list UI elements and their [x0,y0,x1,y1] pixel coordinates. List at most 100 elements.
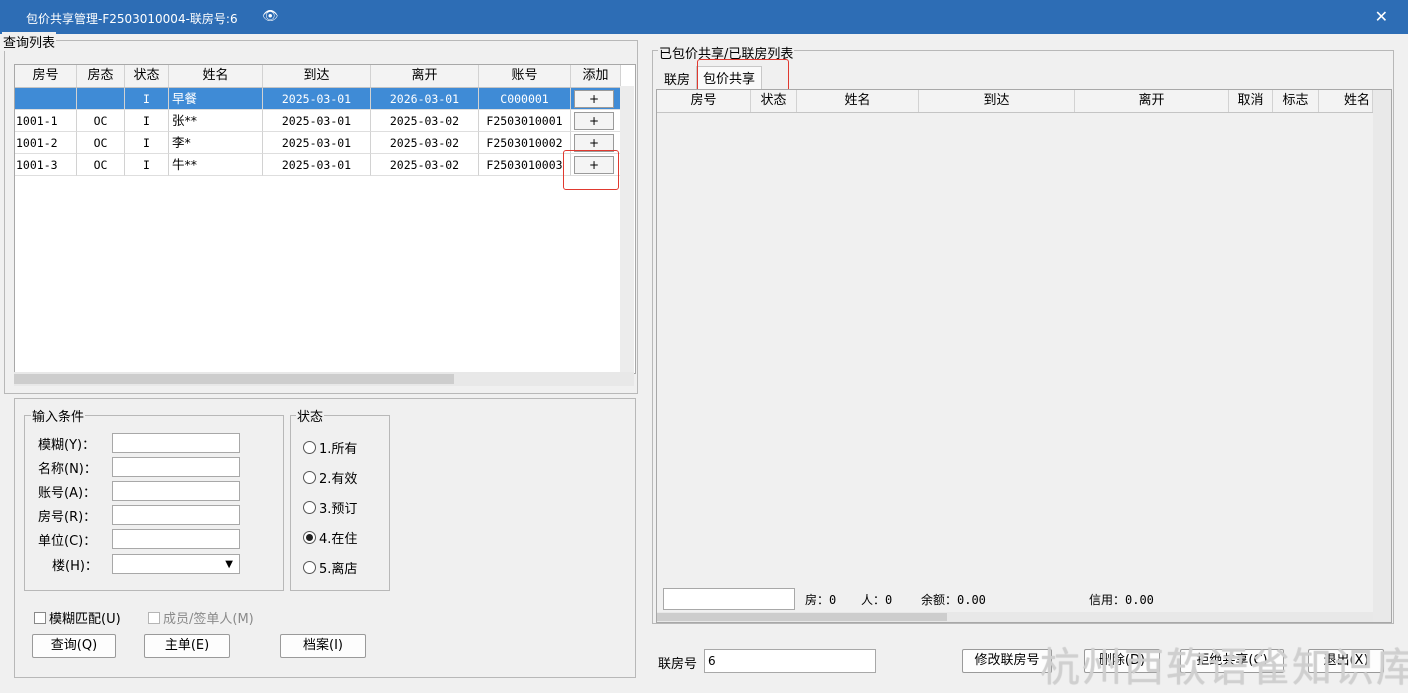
col-add[interactable]: 添加 [571,65,621,87]
link-no-input[interactable]: 6 [704,649,876,673]
col-name[interactable]: 姓名 [169,65,263,87]
rooms-count: 房：0 [805,593,837,607]
cell-room-status [77,88,125,110]
table-row[interactable]: 1001-3 OC I 牛** 2025-03-01 2025-03-02 F2503010… [15,154,621,176]
col-depart[interactable]: 离开 [371,65,479,87]
tab-package-share[interactable]: 包价共享 [696,66,763,90]
col-cancel[interactable]: 取消 [1229,90,1273,112]
query-grid-vscrollbar[interactable] [620,86,634,372]
query-grid[interactable]: 房号 房态 状态 姓名 到达 离开 账号 添加 I 早餐 2025-03-01 202… [14,64,636,374]
reject-share-button[interactable]: 拒绝共享(C) [1180,649,1284,673]
radio-icon [303,561,316,574]
modify-link-button[interactable]: 修改联房号 [962,649,1052,673]
building-label: 楼(H)： [52,559,98,574]
hscroll-thumb[interactable] [14,374,454,384]
checkbox-icon [148,612,160,624]
title-bar: 包价共享管理-F2503010004-联房号:6 👁 ✕ [0,0,1408,34]
table-row[interactable]: I 早餐 2025-03-01 2026-03-01 C000001 + [15,88,621,110]
conditions-title: 输入条件 [31,406,86,425]
col-name-2[interactable]: 姓名 [1319,90,1373,112]
cell-room-status: OC [77,154,125,176]
query-button[interactable]: 查询(Q) [32,634,116,658]
query-list-title: 查询列表 [2,32,57,51]
col-name[interactable]: 姓名 [797,90,919,112]
checkbox-icon [34,612,46,624]
status-title: 状态 [296,406,325,425]
tab-strip: 联房 包价共享 [656,64,1390,90]
cell-arrive: 2025-03-01 [263,88,371,110]
unit-input[interactable] [112,529,240,549]
building-select[interactable]: ▼ [112,554,240,574]
eye-icon[interactable]: 👁 [262,9,279,24]
shared-grid-vscrollbar[interactable] [1373,90,1391,622]
cell-status: I [125,132,169,154]
col-room[interactable]: 房号 [657,90,751,112]
cell-arrive: 2025-03-01 [263,154,371,176]
cell-room-status: OC [77,110,125,132]
shared-grid-hscrollbar[interactable] [657,612,1373,622]
close-icon[interactable]: ✕ [1375,7,1388,26]
cell-room: 1001-1 [15,110,77,132]
window-title: 包价共享管理-F2503010004-联房号:6 [26,12,238,26]
member-signer-checkbox[interactable]: 成员/签单人(M) [148,608,254,627]
status-radio-all[interactable]: 1.所有 [303,438,357,457]
summary-input[interactable] [663,588,795,610]
add-button[interactable]: + [574,156,614,174]
cell-status: I [125,154,169,176]
profile-button[interactable]: 档案(I) [280,634,366,658]
fuzzy-input[interactable] [112,433,240,453]
cell-arrive: 2025-03-01 [263,132,371,154]
link-no-label: 联房号 [658,657,698,672]
col-depart[interactable]: 离开 [1075,90,1229,112]
status-radio-reserved[interactable]: 3.预订 [303,498,357,517]
cell-account: C000001 [479,88,571,110]
status-radio-inhouse[interactable]: 4.在住 [303,528,357,547]
col-room[interactable]: 房号 [15,65,77,87]
cell-room: 1001-2 [15,132,77,154]
shared-grid[interactable]: 房号 状态 姓名 到达 离开 取消 标志 姓名 房：0 人：0 余额：0.00 … [656,89,1392,623]
account-input[interactable] [112,481,240,501]
unit-label: 单位(C)： [38,534,97,549]
cell-room [15,88,77,110]
add-button[interactable]: + [574,134,614,152]
chevron-down-icon[interactable]: ▼ [225,556,233,574]
status-radio-valid[interactable]: 2.有效 [303,468,357,487]
query-grid-header: 房号 房态 状态 姓名 到达 离开 账号 添加 [15,65,621,88]
fuzzy-match-checkbox[interactable]: 模糊匹配(U) [34,608,121,627]
cell-arrive: 2025-03-01 [263,110,371,132]
cell-depart: 2026-03-01 [371,88,479,110]
cell-name: 早餐 [169,88,263,110]
tab-link-room[interactable]: 联房 [664,69,690,88]
credit-amount: 信用：0.00 [1089,593,1154,607]
delete-button[interactable]: 删除(D) [1084,649,1160,673]
account-label: 账号(A)： [38,486,97,501]
cell-depart: 2025-03-02 [371,154,479,176]
exit-button[interactable]: 退出(X) [1308,649,1384,673]
query-grid-hscrollbar[interactable] [14,372,634,386]
add-button[interactable]: + [574,112,614,130]
col-arrive[interactable]: 到达 [263,65,371,87]
shared-list-title: 已包价共享/已联房列表 [658,43,795,62]
col-status[interactable]: 状态 [125,65,169,87]
people-count: 人：0 [861,593,893,607]
name-label: 名称(N)： [38,462,97,477]
master-button[interactable]: 主单(E) [144,634,230,658]
col-flag[interactable]: 标志 [1273,90,1319,112]
col-arrive[interactable]: 到达 [919,90,1075,112]
col-room-status[interactable]: 房态 [77,65,125,87]
cell-name: 李* [169,132,263,154]
radio-selected-icon [303,531,316,544]
name-input[interactable] [112,457,240,477]
room-input[interactable] [112,505,240,525]
add-button[interactable]: + [574,90,614,108]
radio-icon [303,501,316,514]
col-status[interactable]: 状态 [751,90,797,112]
shared-grid-header: 房号 状态 姓名 到达 离开 取消 标志 姓名 [657,90,1373,113]
fuzzy-label: 模糊(Y)： [38,438,96,453]
table-row[interactable]: 1001-2 OC I 李* 2025-03-01 2025-03-02 F25030100… [15,132,621,154]
col-account[interactable]: 账号 [479,65,571,87]
status-radio-checkedout[interactable]: 5.离店 [303,558,357,577]
table-row[interactable]: 1001-1 OC I 张** 2025-03-01 2025-03-02 F2503010… [15,110,621,132]
cell-name: 牛** [169,154,263,176]
window-body: 查询列表 房号 房态 状态 姓名 到达 离开 账号 添加 I 早餐 2025-03-… [0,32,1408,691]
